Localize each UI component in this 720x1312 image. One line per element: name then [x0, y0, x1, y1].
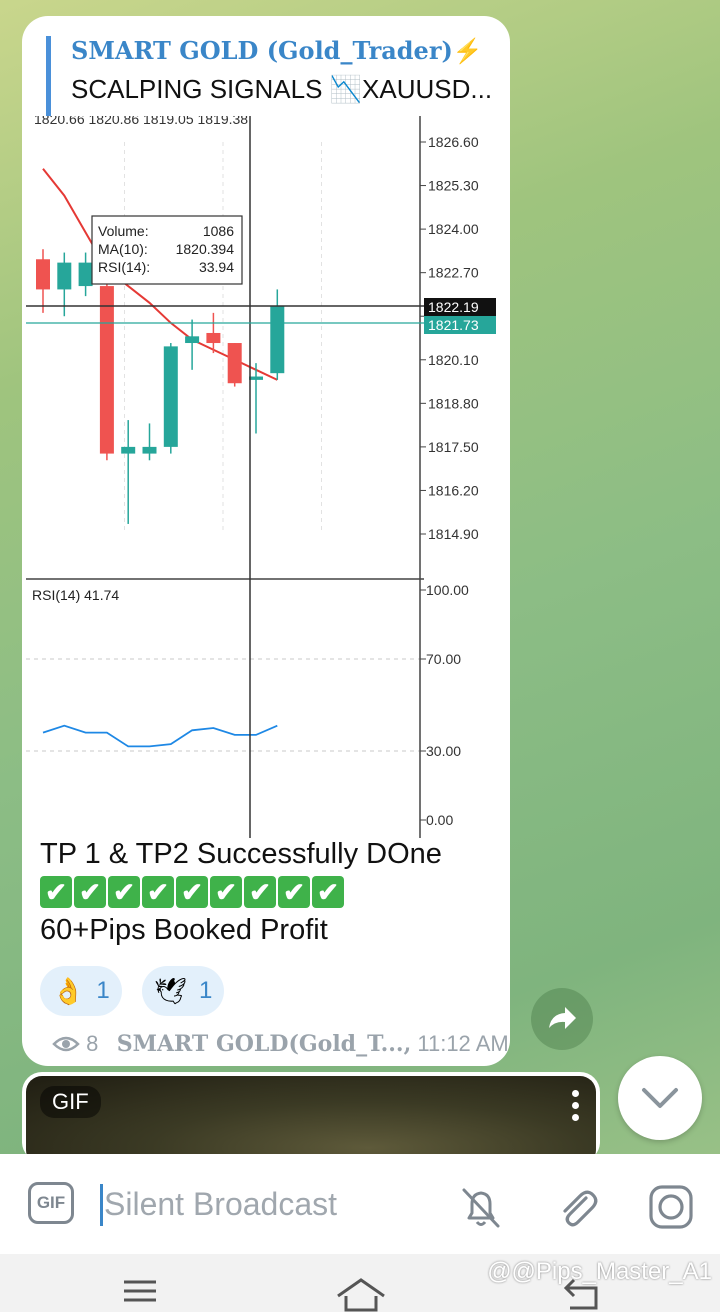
- checkmark-emoji: ✔: [142, 876, 174, 908]
- chart-top-labels: 1820.66 1820.86 1819.05 1819.38: [34, 116, 248, 127]
- reply-preview[interactable]: SMART GOLD (Gold_Trader)⚡ SCALPING SIGNA…: [46, 36, 507, 122]
- price-tick-label: 1814.90: [428, 526, 479, 542]
- price-tick-label: 1820.10: [428, 352, 479, 368]
- checkmark-emoji: ✔: [278, 876, 310, 908]
- reaction-ok[interactable]: 👌 1: [40, 966, 122, 1016]
- checkmark-emoji: ✔: [312, 876, 344, 908]
- candle-body: [99, 286, 114, 454]
- dove-icon: 🕊: [154, 975, 188, 1006]
- more-options-icon[interactable]: [572, 1090, 582, 1126]
- reply-text: SCALPING SIGNALS 📉XAUUSD...: [71, 74, 493, 104]
- message-text-line3: 60+Pips Booked Profit: [40, 914, 328, 946]
- candle-body: [270, 306, 285, 374]
- scroll-down-button[interactable]: [618, 1056, 702, 1140]
- candle-body: [227, 343, 242, 384]
- checkmark-emoji: ✔: [210, 876, 242, 908]
- candle-body: [163, 346, 178, 447]
- message-bubble[interactable]: SMART GOLD (Gold_Trader)⚡ SCALPING SIGNA…: [22, 16, 510, 1066]
- rsi-tick-label: 30.00: [426, 743, 461, 759]
- bell-off-icon[interactable]: [456, 1182, 506, 1232]
- message-input[interactable]: Silent Broadcast: [104, 1186, 337, 1223]
- candle-body: [249, 376, 263, 380]
- eye-icon: [52, 1036, 80, 1052]
- text-caret: [100, 1184, 103, 1226]
- price-tick-label: 1816.20: [428, 482, 479, 498]
- candle-body: [142, 446, 157, 454]
- candle-body: [121, 446, 136, 454]
- tooltip-ma-value: 1820.394: [176, 241, 235, 257]
- message-meta: 8 SMART GOLD(Gold_T..., 11:12 AM: [52, 1031, 509, 1057]
- sticker-icon[interactable]: [646, 1182, 696, 1232]
- rsi-panel-label: RSI(14) 41.74: [32, 587, 119, 603]
- price-tick-label: 1822.70: [428, 265, 479, 281]
- candle-body: [57, 262, 72, 290]
- ok-hand-icon: 👌: [52, 975, 85, 1006]
- rsi-tick-label: 70.00: [426, 651, 461, 667]
- watermark: @@Pips_Master_A1: [487, 1258, 712, 1285]
- checkmark-emoji: ✔: [74, 876, 106, 908]
- reaction-dove[interactable]: 🕊 1: [142, 966, 225, 1016]
- menu-icon[interactable]: [120, 1276, 160, 1306]
- candle-body: [36, 259, 50, 290]
- gif-icon[interactable]: GIF: [28, 1182, 74, 1224]
- tooltip-rsi-label: RSI(14):: [98, 259, 150, 275]
- checkmark-emoji: ✔: [40, 876, 72, 908]
- tooltip-volume-label: Volume:: [98, 223, 149, 239]
- system-nav-bar: @@Pips_Master_A1: [0, 1254, 720, 1312]
- reply-sender: SMART GOLD (Gold_Trader)⚡: [71, 36, 483, 65]
- paperclip-icon[interactable]: [552, 1182, 602, 1232]
- gif-preview[interactable]: GIF: [26, 1076, 596, 1166]
- gif-message[interactable]: GIF: [22, 1072, 600, 1166]
- tooltip-rsi-value: 33.94: [199, 259, 234, 275]
- rsi-tick-label: 100.00: [426, 582, 469, 598]
- forward-icon: [549, 1007, 576, 1029]
- composer-bar: GIF Silent Broadcast: [0, 1154, 720, 1254]
- price-tick-label: 1818.80: [428, 395, 479, 411]
- reaction-count: 1: [96, 977, 110, 1004]
- candle-body: [206, 332, 221, 344]
- reaction-count: 1: [199, 977, 213, 1004]
- price-tag-black: 1822.19: [428, 299, 479, 315]
- checkmark-emoji: ✔: [244, 876, 276, 908]
- message-time: 11:12 AM: [417, 1031, 509, 1056]
- price-tick-label: 1826.60: [428, 134, 479, 150]
- message-text-line1: TP 1 & TP2 Successfully DOne: [40, 838, 442, 870]
- candle-body: [185, 336, 200, 344]
- message-sender: SMART GOLD(Gold_T...,: [116, 1031, 412, 1057]
- price-tick-label: 1817.50: [428, 439, 479, 455]
- forward-button[interactable]: [531, 988, 593, 1050]
- home-icon[interactable]: [334, 1276, 388, 1312]
- price-tick-label: 1824.00: [428, 221, 479, 237]
- price-tick-label: 1825.30: [428, 178, 479, 194]
- tooltip-ma-label: MA(10):: [98, 241, 148, 257]
- price-tag-teal: 1821.73: [428, 317, 479, 333]
- tooltip-volume-value: 1086: [203, 223, 234, 239]
- candle-body: [78, 262, 93, 287]
- view-count: 8: [86, 1031, 99, 1056]
- rsi-tick-label: 0.00: [426, 812, 453, 828]
- checkmark-emoji: ✔: [176, 876, 208, 908]
- chart-image[interactable]: 1820.66 1820.86 1819.05 1819.38 1826.60 1…: [26, 116, 510, 838]
- gif-badge: GIF: [40, 1086, 101, 1118]
- checkmark-emoji: ✔: [108, 876, 140, 908]
- checkmark-row: ✔ ✔ ✔ ✔ ✔ ✔ ✔ ✔ ✔: [40, 876, 344, 908]
- chevron-down-icon: [642, 1088, 678, 1108]
